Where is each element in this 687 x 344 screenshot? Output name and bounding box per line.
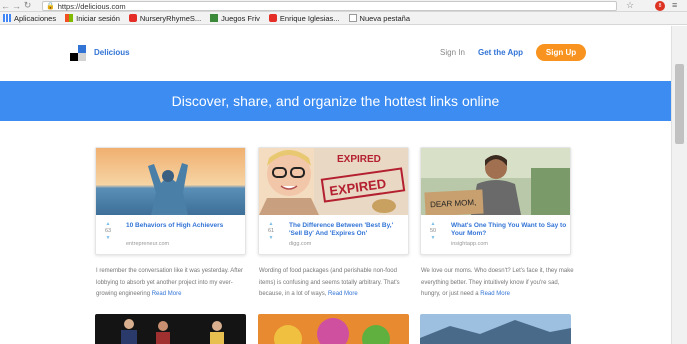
stage-photo (95, 314, 246, 344)
svg-text:EXPIRED: EXPIRED (337, 154, 381, 165)
card-description: I remember the conversation like it was … (96, 268, 243, 297)
banner-tagline: Discover, share, and organize the hottes… (171, 93, 500, 109)
read-more-link[interactable]: Read More (480, 291, 510, 297)
browser-toolbar: ← → ↻ 🔒 https://delicious.com ☆ 8 ≡ (0, 0, 687, 12)
card-image[interactable]: DEAR MOM, (421, 148, 570, 215)
site-header: Delicious Sign In Get the App Sign Up (0, 26, 671, 81)
bookmarks-bar: Aplicaciones Iniciar sesión NurseryRhyme… (0, 12, 687, 25)
microsoft-icon (65, 14, 74, 22)
vote-count: 61 (267, 228, 275, 234)
upvote-icon[interactable]: ▲ (431, 221, 436, 227)
page-icon (348, 14, 357, 22)
bookmark-iniciar-sesion[interactable]: Iniciar sesión (65, 14, 120, 23)
link-card[interactable]: EXPIRED EXPIRED ▲ 61 ▼ The Difference Be… (258, 147, 409, 255)
signup-button[interactable]: Sign Up (536, 44, 586, 61)
vote-count: 63 (104, 228, 112, 234)
read-more-link[interactable]: Read More (152, 291, 182, 297)
colorful-photo (258, 314, 409, 344)
bookmark-nurseryrhymes[interactable]: NurseryRhymeS... (128, 14, 201, 23)
upvote-icon[interactable]: ▲ (269, 221, 274, 227)
link-card[interactable]: ▲ 63 ▼ 10 Behaviors of High Achievers en… (95, 147, 246, 255)
scrollbar-thumb[interactable] (675, 64, 684, 144)
bookmark-juegos-friv[interactable]: Juegos Friv (210, 14, 260, 23)
bookmark-nueva-pestana[interactable]: Nueva pestaña (348, 14, 410, 23)
upvote-icon[interactable]: ▲ (106, 221, 111, 227)
read-more-link[interactable]: Read More (328, 291, 358, 297)
card-domain: insightapp.com (451, 241, 488, 247)
hero-banner: Discover, share, and organize the hottes… (0, 81, 671, 121)
lock-icon: 🔒 (46, 3, 55, 10)
card-description: Wording of food packages (and perishable… (259, 268, 400, 297)
card-title[interactable]: 10 Behaviors of High Achievers (126, 222, 244, 230)
apps-icon (3, 14, 11, 22)
link-card[interactable]: DEAR MOM, ▲ 50 ▼ What's One Thing You Wa… (420, 147, 571, 255)
card-image[interactable] (96, 148, 245, 215)
downvote-icon[interactable]: ▼ (106, 235, 111, 241)
extension-icon[interactable]: 8 (655, 1, 665, 11)
dear-mom-photo: DEAR MOM, (421, 148, 570, 215)
card-domain: entrepreneur.com (126, 241, 170, 247)
url-text: https://delicious.com (57, 1, 126, 11)
back-icon[interactable]: ← (0, 0, 11, 11)
bookmark-enrique-iglesias[interactable]: Enrique Iglesias... (268, 14, 340, 23)
bookmark-star-icon[interactable]: ☆ (626, 0, 634, 11)
link-card-image[interactable] (95, 314, 246, 344)
menu-icon[interactable]: ≡ (672, 0, 677, 10)
page-viewport: Delicious Sign In Get the App Sign Up Di… (0, 26, 671, 344)
vote-widget[interactable]: ▲ 61 ▼ (265, 221, 277, 241)
downvote-icon[interactable]: ▼ (431, 235, 436, 241)
forward-icon[interactable]: → (11, 0, 22, 11)
bookmark-apps[interactable]: Aplicaciones (3, 14, 56, 23)
achievers-photo (96, 148, 245, 215)
card-domain: digg.com (289, 241, 312, 247)
youtube-icon (268, 14, 277, 22)
youtube-icon (128, 14, 137, 22)
downvote-icon[interactable]: ▼ (269, 235, 274, 241)
vote-widget[interactable]: ▲ 63 ▼ (102, 221, 114, 241)
get-app-link[interactable]: Get the App (478, 48, 523, 57)
link-card-image[interactable] (258, 314, 409, 344)
friv-icon (210, 14, 219, 22)
link-card-image[interactable] (420, 314, 571, 344)
delicious-logo[interactable] (70, 45, 86, 61)
vote-widget[interactable]: ▲ 50 ▼ (427, 221, 439, 241)
address-bar[interactable]: 🔒 https://delicious.com (42, 1, 617, 11)
vote-count: 50 (429, 228, 437, 234)
page-scrollbar[interactable] (671, 26, 687, 344)
card-title[interactable]: What's One Thing You Want to Say to Your… (451, 222, 569, 238)
reload-icon[interactable]: ↻ (22, 0, 33, 11)
brand-name[interactable]: Delicious (94, 48, 130, 57)
card-title[interactable]: The Difference Between 'Best By,' 'Sell … (289, 222, 407, 238)
card-description: We love our moms. Who doesn't? Let's fac… (421, 268, 574, 297)
landscape-photo (420, 314, 571, 344)
expired-photo: EXPIRED EXPIRED (259, 148, 408, 215)
signin-link[interactable]: Sign In (440, 48, 465, 57)
card-image[interactable]: EXPIRED EXPIRED (259, 148, 408, 215)
